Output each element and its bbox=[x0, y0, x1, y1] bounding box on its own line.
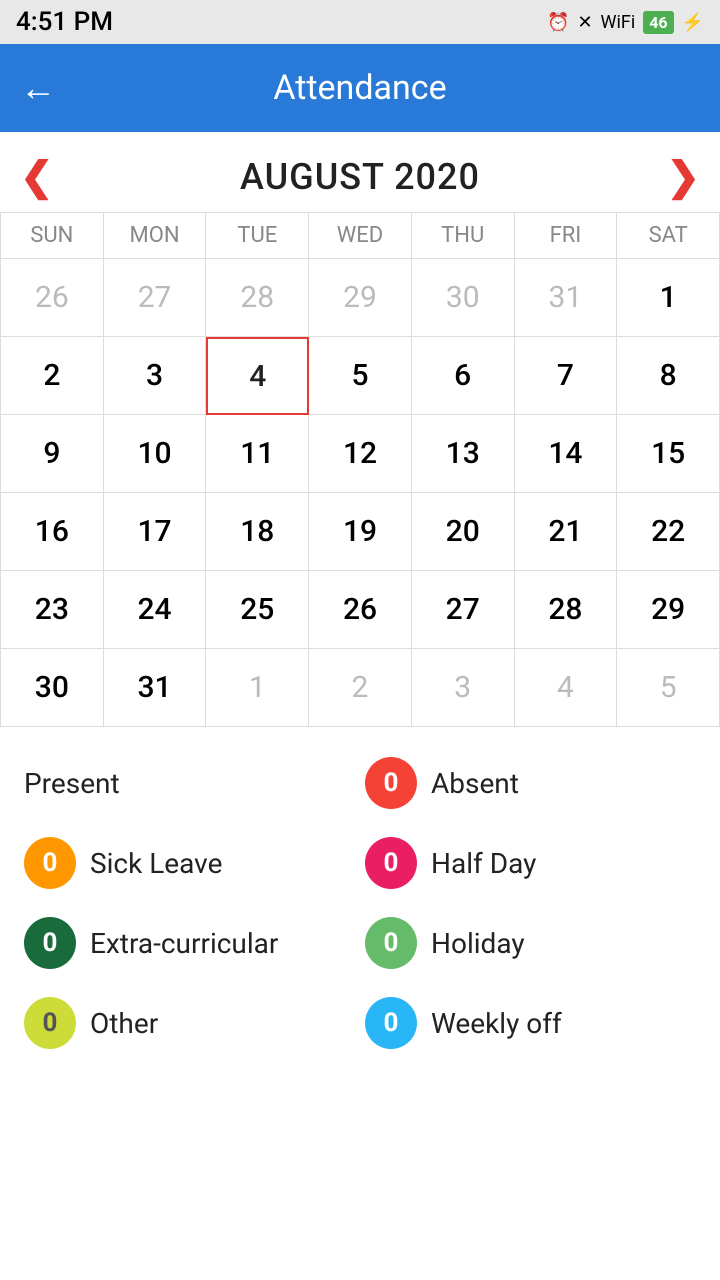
other-count: 0 bbox=[43, 1008, 58, 1038]
month-title: AUGUST 2020 bbox=[84, 156, 637, 198]
status-bar: 4:51 PM ⏰ ✕ WiFi 46 ⚡ bbox=[0, 0, 720, 44]
present-label: Present bbox=[24, 767, 120, 800]
calendar-day-3-4[interactable]: 20 bbox=[412, 493, 515, 571]
day-header-thu: THU bbox=[412, 213, 515, 259]
calendar-day-5-3[interactable]: 2 bbox=[309, 649, 412, 727]
calendar-day-0-0[interactable]: 26 bbox=[1, 259, 104, 337]
day-header-fri: FRI bbox=[515, 213, 618, 259]
absent-label: Absent bbox=[431, 767, 519, 800]
calendar-day-4-4[interactable]: 27 bbox=[412, 571, 515, 649]
legend-section: Present 0 Absent 0 Sick Leave 0 Half Day bbox=[0, 737, 720, 1079]
calendar-day-0-1[interactable]: 27 bbox=[104, 259, 207, 337]
other-label: Other bbox=[90, 1007, 158, 1040]
calendar-day-2-0[interactable]: 9 bbox=[1, 415, 104, 493]
toolbar: ← Attendance bbox=[0, 44, 720, 132]
calendar-day-4-1[interactable]: 24 bbox=[104, 571, 207, 649]
sick-leave-label: Sick Leave bbox=[90, 847, 222, 880]
weekly-off-label: Weekly off bbox=[431, 1007, 562, 1040]
status-icons: ⏰ ✕ WiFi 46 ⚡ bbox=[547, 11, 704, 34]
calendar-day-4-3[interactable]: 26 bbox=[309, 571, 412, 649]
extra-curricular-count: 0 bbox=[43, 928, 58, 958]
prev-month-button[interactable]: ❮ bbox=[20, 157, 54, 197]
battery-icon: 46 bbox=[643, 11, 673, 34]
absent-badge: 0 bbox=[365, 757, 417, 809]
legend-extra-curricular: 0 Extra-curricular bbox=[24, 917, 355, 969]
half-day-count: 0 bbox=[384, 848, 399, 878]
extra-curricular-badge: 0 bbox=[24, 917, 76, 969]
holiday-count: 0 bbox=[384, 928, 399, 958]
status-time: 4:51 PM bbox=[16, 7, 113, 37]
sick-leave-count: 0 bbox=[43, 848, 58, 878]
calendar-day-1-6[interactable]: 8 bbox=[617, 337, 720, 415]
legend-sick-leave: 0 Sick Leave bbox=[24, 837, 355, 889]
calendar-day-3-3[interactable]: 19 bbox=[309, 493, 412, 571]
other-badge: 0 bbox=[24, 997, 76, 1049]
calendar-day-4-2[interactable]: 25 bbox=[206, 571, 309, 649]
calendar-day-5-6[interactable]: 5 bbox=[617, 649, 720, 727]
calendar-day-3-6[interactable]: 22 bbox=[617, 493, 720, 571]
holiday-badge: 0 bbox=[365, 917, 417, 969]
calendar-day-1-2[interactable]: 4 bbox=[206, 337, 309, 415]
calendar-day-0-6[interactable]: 1 bbox=[617, 259, 720, 337]
calendar-day-0-2[interactable]: 28 bbox=[206, 259, 309, 337]
absent-count: 0 bbox=[384, 768, 399, 798]
half-day-badge: 0 bbox=[365, 837, 417, 889]
wifi-icon: WiFi bbox=[601, 12, 636, 33]
calendar-day-1-3[interactable]: 5 bbox=[309, 337, 412, 415]
calendar-day-0-5[interactable]: 31 bbox=[515, 259, 618, 337]
holiday-label: Holiday bbox=[431, 927, 525, 960]
legend-other: 0 Other bbox=[24, 997, 355, 1049]
calendar-day-5-5[interactable]: 4 bbox=[515, 649, 618, 727]
next-month-button[interactable]: ❯ bbox=[666, 157, 700, 197]
legend-present: Present bbox=[24, 757, 355, 809]
calendar-day-5-2[interactable]: 1 bbox=[206, 649, 309, 727]
day-header-wed: WED bbox=[309, 213, 412, 259]
page-title: Attendance bbox=[76, 68, 644, 108]
legend-holiday: 0 Holiday bbox=[365, 917, 696, 969]
calendar-day-2-5[interactable]: 14 bbox=[515, 415, 618, 493]
month-navigation: ❮ AUGUST 2020 ❯ bbox=[0, 142, 720, 212]
calendar-day-1-0[interactable]: 2 bbox=[1, 337, 104, 415]
calendar-day-1-1[interactable]: 3 bbox=[104, 337, 207, 415]
calendar-day-2-1[interactable]: 10 bbox=[104, 415, 207, 493]
calendar-day-4-0[interactable]: 23 bbox=[1, 571, 104, 649]
day-header-sat: SAT bbox=[617, 213, 720, 259]
legend-absent: 0 Absent bbox=[365, 757, 696, 809]
weekly-off-count: 0 bbox=[384, 1008, 399, 1038]
calendar-day-4-6[interactable]: 29 bbox=[617, 571, 720, 649]
back-button[interactable]: ← bbox=[20, 70, 56, 106]
calendar-grid: 2627282930311234567891011121314151617181… bbox=[0, 259, 720, 727]
calendar-day-2-4[interactable]: 13 bbox=[412, 415, 515, 493]
calendar-day-5-1[interactable]: 31 bbox=[104, 649, 207, 727]
day-header-sun: SUN bbox=[1, 213, 104, 259]
calendar-day-5-4[interactable]: 3 bbox=[412, 649, 515, 727]
sick-leave-badge: 0 bbox=[24, 837, 76, 889]
calendar-day-4-5[interactable]: 28 bbox=[515, 571, 618, 649]
legend-grid: Present 0 Absent 0 Sick Leave 0 Half Day bbox=[24, 757, 696, 1049]
calendar-day-2-2[interactable]: 11 bbox=[206, 415, 309, 493]
calendar-day-2-6[interactable]: 15 bbox=[617, 415, 720, 493]
weekly-off-badge: 0 bbox=[365, 997, 417, 1049]
charging-icon: ⚡ bbox=[682, 12, 704, 33]
calendar-day-3-5[interactable]: 21 bbox=[515, 493, 618, 571]
day-headers: SUN MON TUE WED THU FRI SAT bbox=[0, 212, 720, 259]
alarm-icon: ⏰ bbox=[547, 12, 569, 33]
calendar-day-3-1[interactable]: 17 bbox=[104, 493, 207, 571]
legend-weekly-off: 0 Weekly off bbox=[365, 997, 696, 1049]
calendar-day-3-2[interactable]: 18 bbox=[206, 493, 309, 571]
calendar-day-2-3[interactable]: 12 bbox=[309, 415, 412, 493]
legend-half-day: 0 Half Day bbox=[365, 837, 696, 889]
calendar-day-0-3[interactable]: 29 bbox=[309, 259, 412, 337]
day-header-mon: MON bbox=[104, 213, 207, 259]
calendar-day-1-4[interactable]: 6 bbox=[412, 337, 515, 415]
calendar-day-1-5[interactable]: 7 bbox=[515, 337, 618, 415]
calendar-day-5-0[interactable]: 30 bbox=[1, 649, 104, 727]
calendar-section: ❮ AUGUST 2020 ❯ SUN MON TUE WED THU FRI … bbox=[0, 132, 720, 737]
calendar-day-3-0[interactable]: 16 bbox=[1, 493, 104, 571]
day-header-tue: TUE bbox=[206, 213, 309, 259]
close-icon: ✕ bbox=[577, 12, 592, 33]
extra-curricular-label: Extra-curricular bbox=[90, 927, 278, 960]
calendar-day-0-4[interactable]: 30 bbox=[412, 259, 515, 337]
half-day-label: Half Day bbox=[431, 847, 536, 880]
